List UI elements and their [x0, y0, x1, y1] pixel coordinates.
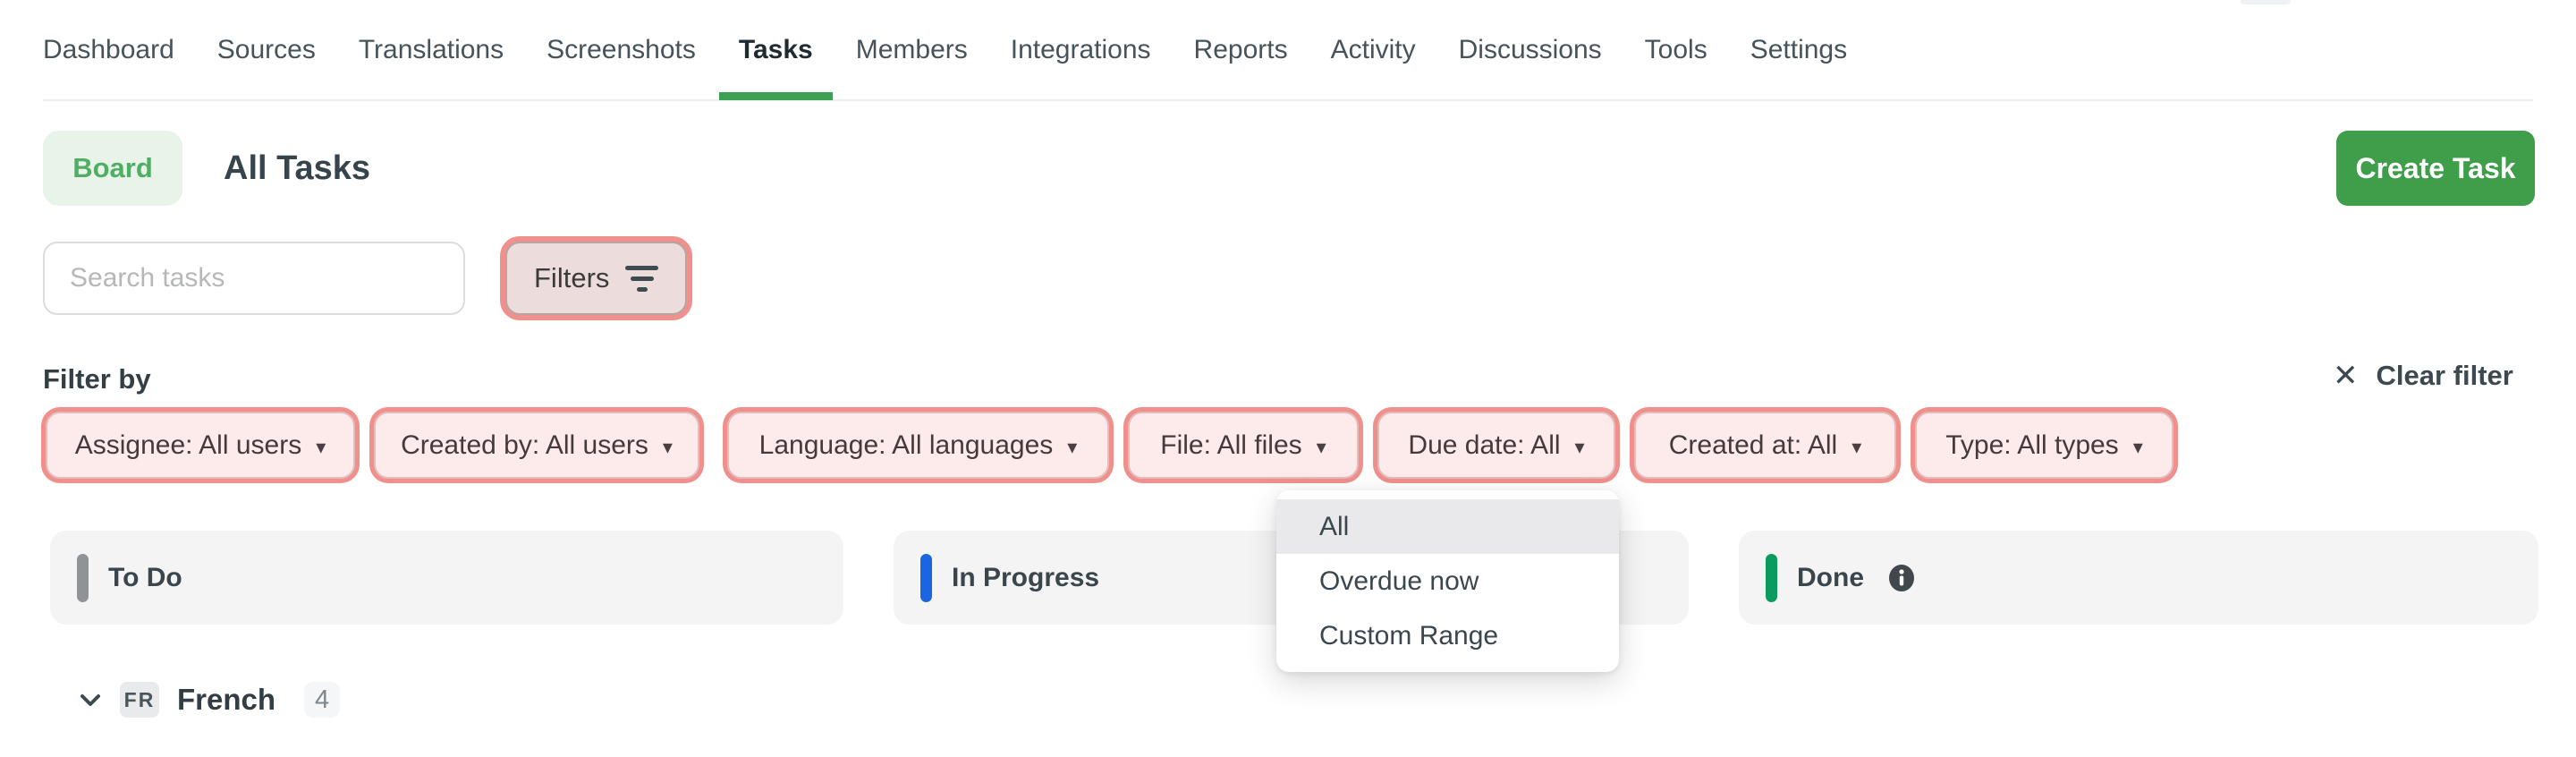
column-header-done: Done [1739, 531, 2538, 625]
caret-down-icon: ▾ [316, 435, 326, 458]
filter-chip-type[interactable]: Type: All types ▾ [1915, 412, 2174, 479]
caret-down-icon: ▾ [1852, 435, 1862, 458]
nav-tab-tasks[interactable]: Tasks [718, 0, 833, 100]
nav-tab-translations[interactable]: Translations [359, 0, 504, 100]
column-label: To Do [108, 562, 182, 592]
nav-tab-sources[interactable]: Sources [217, 0, 316, 100]
column-header-to-do: To Do [50, 531, 843, 625]
menu-item-all[interactable]: All [1276, 499, 1619, 554]
filter-lines-icon [625, 265, 659, 292]
caret-down-icon: ▾ [1067, 435, 1078, 458]
clear-filter-label: Clear filter [2376, 360, 2513, 391]
filter-chip-due-date[interactable]: Due date: All ▾ [1377, 412, 1615, 479]
filters-button-label: Filters [534, 262, 610, 293]
filter-chip-file-label: File: All files [1160, 430, 1302, 460]
language-group-row: FR French 4 [75, 682, 341, 718]
status-pill-todo [77, 553, 89, 602]
filter-chip-language-label: Language: All languages [758, 430, 1054, 460]
board-view-button[interactable]: Board [43, 131, 182, 206]
filter-by-label: Filter by [43, 363, 151, 395]
filter-chip-created-by[interactable]: Created by: All users ▾ [374, 412, 699, 479]
create-task-button[interactable]: Create Task [2336, 131, 2535, 206]
nav-tab-integrations[interactable]: Integrations [1011, 0, 1151, 100]
nav-tab-reports[interactable]: Reports [1194, 0, 1288, 100]
caret-down-icon: ▾ [662, 435, 673, 458]
nav-tab-members[interactable]: Members [856, 0, 968, 100]
status-pill-in-progress [920, 553, 932, 602]
page-title: All Tasks [224, 149, 371, 187]
nav-tab-tasks-label: Tasks [738, 35, 813, 64]
language-code-badge: FR [120, 682, 159, 718]
nav-tab-dashboard[interactable]: Dashboard [43, 0, 174, 100]
filter-chip-created-at-label: Created at: All [1668, 430, 1838, 460]
search-tasks-input[interactable] [43, 242, 465, 315]
status-pill-done [1766, 553, 1777, 602]
chevron-down-icon[interactable] [75, 685, 106, 715]
column-label: Done [1797, 562, 1864, 592]
filter-chip-created-by-label: Created by: All users [401, 430, 648, 460]
filter-chip-assignee[interactable]: Assignee: All users ▾ [46, 412, 355, 479]
menu-item-custom-range[interactable]: Custom Range [1276, 608, 1619, 663]
menu-item-overdue-now[interactable]: Overdue now [1276, 554, 1619, 608]
filter-chip-type-label: Type: All types [1945, 430, 2119, 460]
nav-tab-settings[interactable]: Settings [1750, 0, 1847, 100]
tasks-page: Dashboard Sources Translations Screensho… [0, 0, 2576, 757]
caret-down-icon: ▾ [2132, 435, 2143, 458]
nav-tab-discussions[interactable]: Discussions [1459, 0, 1602, 100]
filter-chip-language[interactable]: Language: All languages ▾ [727, 412, 1109, 479]
caret-down-icon: ▾ [1316, 435, 1326, 458]
project-nav: Dashboard Sources Translations Screensho… [43, 0, 2533, 101]
info-icon[interactable] [1887, 564, 1916, 592]
filter-chip-assignee-label: Assignee: All users [74, 430, 302, 460]
active-tab-underline [718, 92, 833, 100]
filter-chip-file[interactable]: File: All files ▾ [1128, 412, 1359, 479]
due-date-dropdown-menu: All Overdue now Custom Range [1276, 490, 1619, 672]
filter-chip-due-date-label: Due date: All [1408, 430, 1561, 460]
nav-tab-tools[interactable]: Tools [1645, 0, 1707, 100]
clear-filter-button[interactable]: ✕ Clear filter [2333, 360, 2513, 392]
language-task-count-badge: 4 [304, 682, 341, 718]
filter-chip-created-at[interactable]: Created at: All ▾ [1634, 412, 1896, 479]
close-icon: ✕ [2333, 359, 2359, 393]
language-name: French [177, 683, 276, 716]
column-label: In Progress [952, 562, 1100, 592]
caret-down-icon: ▾ [1574, 435, 1585, 458]
nav-tab-screenshots[interactable]: Screenshots [547, 0, 696, 100]
nav-tab-activity[interactable]: Activity [1331, 0, 1416, 100]
filters-button[interactable]: Filters [505, 242, 688, 315]
